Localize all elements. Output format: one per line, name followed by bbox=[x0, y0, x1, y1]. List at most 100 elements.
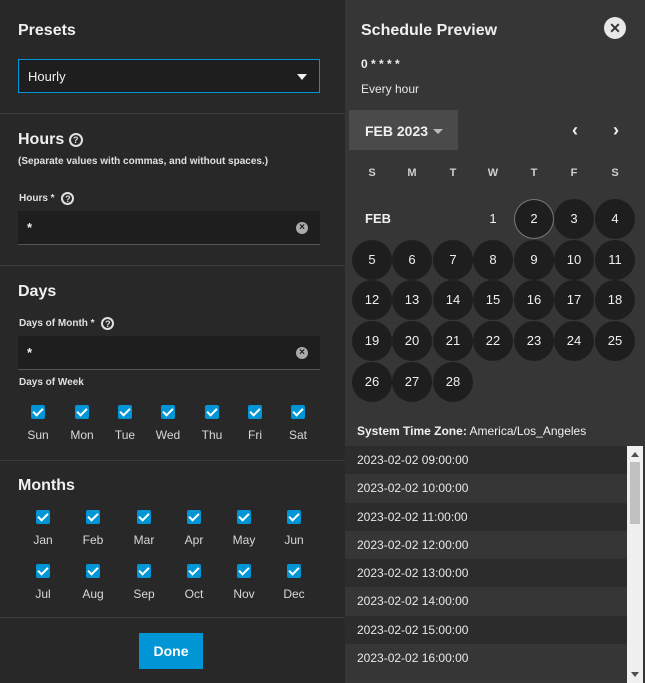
schedule-preview-panel: Schedule Preview ✕ 0 * * * * Every hour … bbox=[345, 0, 645, 683]
help-circle-icon[interactable]: ? bbox=[61, 192, 75, 205]
hours-field-label: Hours * ? bbox=[19, 192, 75, 205]
checkbox-sun[interactable]: Sun bbox=[18, 405, 58, 442]
checkbox-label: Sat bbox=[288, 428, 307, 442]
checkbox-thu[interactable]: Thu bbox=[192, 405, 232, 442]
checkbox-jun[interactable]: Jun bbox=[274, 510, 314, 547]
checkbox-oct[interactable]: Oct bbox=[174, 564, 214, 601]
calendar-day[interactable]: 3 bbox=[554, 199, 594, 239]
checkbox-sep[interactable]: Sep bbox=[124, 564, 164, 601]
calendar-day[interactable]: 4 bbox=[595, 199, 635, 239]
checkbox-sat[interactable]: Sat bbox=[278, 405, 318, 442]
calendar-day[interactable]: 5 bbox=[352, 240, 392, 280]
month-year-button[interactable]: FEB 2023 bbox=[349, 110, 458, 150]
hours-title-text: Hours bbox=[18, 131, 65, 148]
check-icon bbox=[137, 564, 151, 578]
check-icon bbox=[187, 510, 201, 524]
check-icon bbox=[205, 405, 219, 419]
chevron-left-icon[interactable]: ‹ bbox=[572, 120, 578, 141]
checkbox-label: Jul bbox=[35, 587, 51, 601]
close-icon[interactable]: ✕ bbox=[604, 17, 626, 39]
checkbox-feb[interactable]: Feb bbox=[73, 510, 113, 547]
hours-title: Hours ? bbox=[18, 131, 83, 149]
calendar-day[interactable]: 20 bbox=[392, 321, 432, 361]
calendar-day[interactable]: 27 bbox=[392, 362, 432, 402]
clear-icon[interactable]: × bbox=[296, 222, 308, 234]
check-icon bbox=[137, 510, 151, 524]
calendar-day[interactable]: 12 bbox=[352, 280, 392, 320]
presets-select[interactable]: Hourly bbox=[18, 59, 320, 93]
calendar-day[interactable]: 10 bbox=[554, 240, 594, 280]
checkbox-label: May bbox=[232, 533, 256, 547]
done-button[interactable]: Done bbox=[139, 633, 203, 669]
checkbox-wed[interactable]: Wed bbox=[148, 405, 188, 442]
weekday-header: S bbox=[368, 167, 376, 179]
calendar-day[interactable]: 14 bbox=[433, 280, 473, 320]
checkbox-mon[interactable]: Mon bbox=[62, 405, 102, 442]
checkbox-label: Tue bbox=[114, 428, 136, 442]
calendar-day[interactable]: 13 bbox=[392, 280, 432, 320]
calendar-day[interactable]: 26 bbox=[352, 362, 392, 402]
check-icon bbox=[161, 405, 175, 419]
days-of-week-label: Days of Week bbox=[19, 377, 84, 388]
calendar-day[interactable]: 9 bbox=[514, 240, 554, 280]
calendar-day[interactable]: 1 bbox=[473, 199, 513, 239]
presets-title: Presets bbox=[18, 22, 76, 39]
checkbox-label: Feb bbox=[82, 533, 104, 547]
calendar-day[interactable]: 23 bbox=[514, 321, 554, 361]
calendar-day[interactable]: 7 bbox=[433, 240, 473, 280]
checkbox-mar[interactable]: Mar bbox=[124, 510, 164, 547]
calendar-day[interactable]: 6 bbox=[392, 240, 432, 280]
checkbox-label: Sun bbox=[27, 428, 49, 442]
calendar-day[interactable]: 24 bbox=[554, 321, 594, 361]
check-icon bbox=[237, 510, 251, 524]
checkbox-aug[interactable]: Aug bbox=[73, 564, 113, 601]
calendar-day[interactable]: 19 bbox=[352, 321, 392, 361]
checkbox-label: Sep bbox=[133, 587, 155, 601]
calendar-day[interactable]: 11 bbox=[595, 240, 635, 280]
presets-value: Hourly bbox=[28, 69, 66, 84]
calendar-day[interactable]: 25 bbox=[595, 321, 635, 361]
days-of-month-input[interactable]: * × bbox=[18, 336, 320, 370]
check-icon bbox=[187, 564, 201, 578]
run-time-row: 2023-02-02 12:00:00 bbox=[345, 530, 627, 560]
scrollbar[interactable] bbox=[627, 446, 643, 683]
calendar-day[interactable]: 2 bbox=[514, 199, 554, 239]
check-icon bbox=[86, 510, 100, 524]
calendar-day[interactable]: 15 bbox=[473, 280, 513, 320]
calendar-day[interactable]: 17 bbox=[554, 280, 594, 320]
checkbox-apr[interactable]: Apr bbox=[174, 510, 214, 547]
preview-title: Schedule Preview bbox=[361, 22, 498, 39]
calendar-day[interactable]: 16 bbox=[514, 280, 554, 320]
hours-hint: (Separate values with commas, and withou… bbox=[18, 156, 269, 167]
checkbox-fri[interactable]: Fri bbox=[235, 405, 275, 442]
checkbox-jul[interactable]: Jul bbox=[23, 564, 63, 601]
calendar-day[interactable]: 8 bbox=[473, 240, 513, 280]
scroll-up-icon[interactable] bbox=[631, 452, 639, 457]
upcoming-runs-list: 2023-02-02 09:00:00 2023-02-02 10:00:00 20… bbox=[345, 446, 627, 683]
schedule-description: Every hour bbox=[361, 82, 420, 96]
calendar-day[interactable]: 21 bbox=[433, 321, 473, 361]
check-icon bbox=[118, 405, 132, 419]
help-circle-icon[interactable]: ? bbox=[101, 317, 115, 330]
check-icon bbox=[75, 405, 89, 419]
scrollbar-thumb[interactable] bbox=[630, 462, 640, 524]
checkbox-nov[interactable]: Nov bbox=[224, 564, 264, 601]
checkbox-tue[interactable]: Tue bbox=[105, 405, 145, 442]
calendar-day[interactable]: 22 bbox=[473, 321, 513, 361]
checkbox-jan[interactable]: Jan bbox=[23, 510, 63, 547]
checkbox-label: Dec bbox=[283, 587, 305, 601]
calendar-day[interactable]: 28 bbox=[433, 362, 473, 402]
scroll-down-icon[interactable] bbox=[631, 672, 639, 677]
calendar-day[interactable]: 18 bbox=[595, 280, 635, 320]
hours-input[interactable]: * × bbox=[18, 211, 320, 245]
help-circle-icon[interactable]: ? bbox=[68, 132, 83, 147]
checkbox-may[interactable]: May bbox=[224, 510, 264, 547]
chevron-right-icon[interactable]: › bbox=[613, 120, 619, 141]
cron-expression: 0 * * * * bbox=[361, 57, 400, 71]
checkbox-label: Fri bbox=[248, 428, 262, 442]
checkbox-dec[interactable]: Dec bbox=[274, 564, 314, 601]
check-icon bbox=[36, 510, 50, 524]
clear-icon[interactable]: × bbox=[296, 347, 308, 359]
timezone-value: America/Los_Angeles bbox=[469, 424, 587, 438]
check-icon bbox=[287, 510, 301, 524]
